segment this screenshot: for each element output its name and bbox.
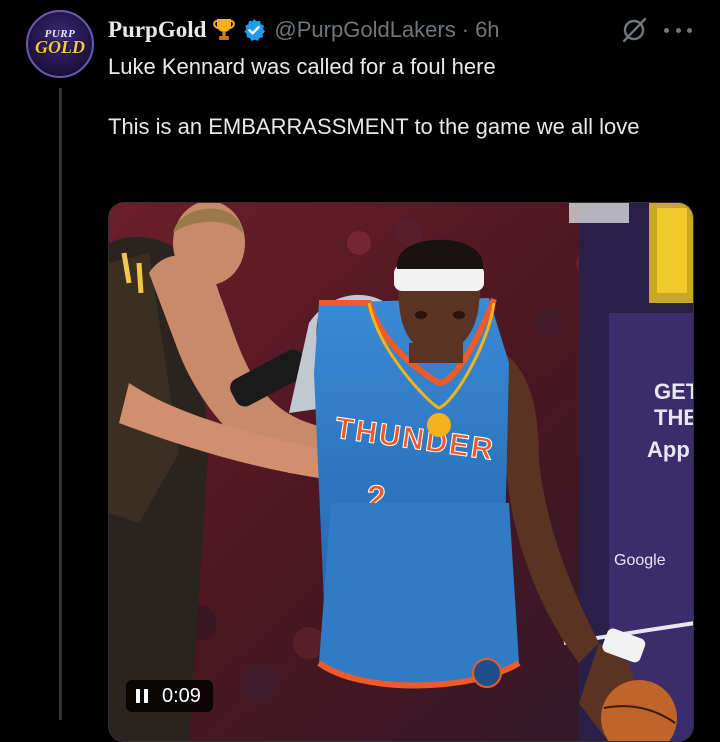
more-icon[interactable]	[664, 18, 692, 42]
tweet-line-2: This is an EMBARRASSMENT to the game we …	[108, 114, 640, 139]
verified-badge-icon	[244, 19, 266, 41]
display-name[interactable]: PurpGold	[108, 17, 206, 43]
handle[interactable]: @PurpGoldLakers	[274, 17, 455, 43]
grok-icon[interactable]	[620, 16, 648, 44]
video-duration[interactable]: 0:09	[126, 680, 213, 712]
video-frame: GET THE App Google THUNDER 2	[109, 203, 694, 741]
avatar[interactable]: PURP GOLD	[26, 10, 94, 78]
board-line-1: GET	[654, 379, 694, 404]
thread-line	[59, 88, 62, 720]
duration-text: 0:09	[162, 684, 201, 707]
tweet-line-1: Luke Kennard was called for a foul here	[108, 54, 496, 79]
trophy-icon	[213, 19, 236, 40]
video-player[interactable]: GET THE App Google THUNDER 2	[108, 202, 694, 742]
sponsor-text: Google	[614, 552, 666, 569]
pause-icon[interactable]	[136, 689, 148, 703]
board-line-3: App	[647, 437, 690, 462]
separator-dot: ·	[461, 17, 470, 42]
tweet-text: Luke Kennard was called for a foul here …	[108, 52, 698, 142]
board-line-2: THE	[654, 405, 694, 430]
avatar-gold-text: GOLD	[35, 37, 85, 57]
tweet-header: PurpGold @PurpGoldLakers · 6h	[108, 14, 700, 46]
timestamp[interactable]: 6h	[475, 17, 499, 43]
